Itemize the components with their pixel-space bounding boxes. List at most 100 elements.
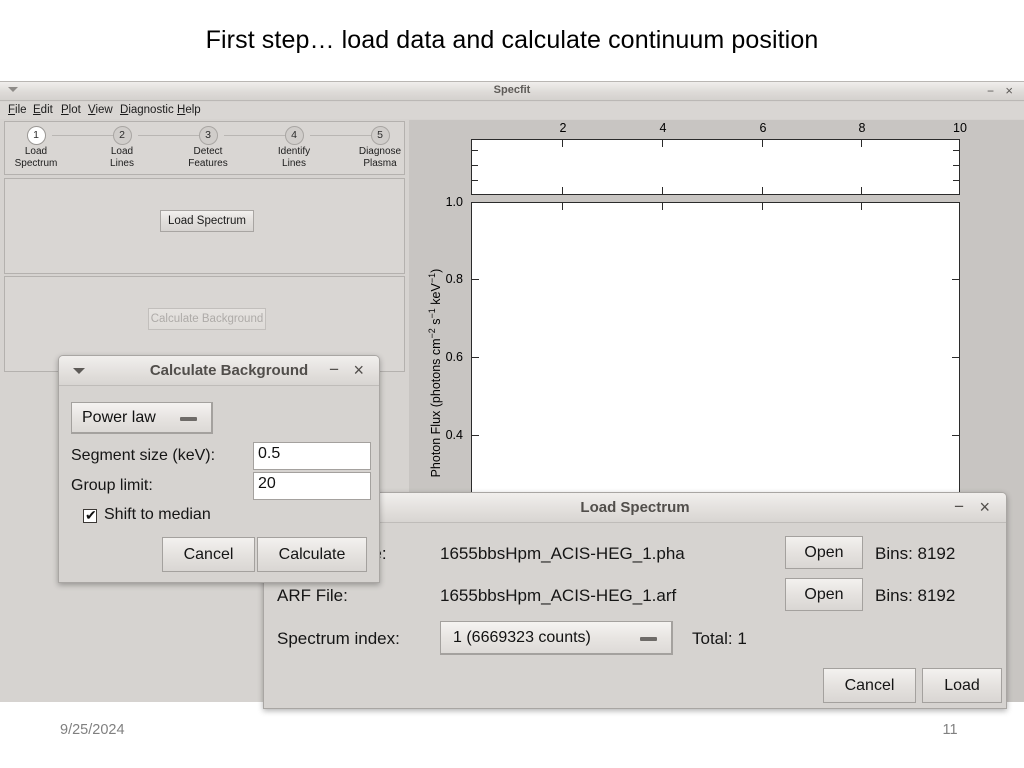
main-top-xtick-8 xyxy=(861,203,862,210)
spectrum-file-value: 1655bbsHpm_ACIS-HEG_1.pha xyxy=(440,544,685,563)
x-tick-label-8: 8 xyxy=(858,121,866,135)
window-minimize-button[interactable]: − xyxy=(987,84,994,98)
page-title: First step… load data and calculate cont… xyxy=(205,26,819,54)
menu-edit-mnemonic: E xyxy=(33,104,41,116)
wizard-step-load-lines[interactable]: 2 Load Lines xyxy=(83,126,161,169)
wizard-step-diagnose-plasma[interactable]: 5 Diagnose Plasma xyxy=(341,126,419,169)
menu-file-mnemonic: F xyxy=(8,104,16,116)
res-ytick-r-a xyxy=(953,150,959,151)
calculate-background-dialog: Calculate Background − × Power law Segme… xyxy=(58,355,380,583)
menu-item-file[interactable]: File xyxy=(8,104,27,116)
bottom-xtick-2 xyxy=(562,187,563,194)
x-tick-label-6: 6 xyxy=(759,121,767,135)
calculate-background-dialog-titlebar: Calculate Background − × xyxy=(59,356,379,386)
step-label-1: Load Spectrum xyxy=(14,146,58,169)
menu-item-diagnostic[interactable]: Diagnostic xyxy=(120,104,174,116)
x-tick-label-10: 10 xyxy=(953,121,967,135)
arf-file-open-button[interactable]: Open xyxy=(785,578,863,611)
load-spectrum-load-button[interactable]: Load xyxy=(922,668,1002,703)
load-spectrum-cancel-button[interactable]: Cancel xyxy=(823,668,916,703)
load-spectrum-dialog-minimize-button[interactable]: − xyxy=(954,498,964,516)
menu-plot-rest: lot xyxy=(68,104,81,116)
menu-diagnostic-rest: iagnostic xyxy=(128,104,174,116)
top-xtick-4 xyxy=(662,140,663,147)
window-titlebar: Specfit − × xyxy=(0,82,1024,101)
spectrum-index-value: 1 (6669323 counts) xyxy=(453,629,591,646)
spectrum-index-dropdown[interactable]: 1 (6669323 counts) xyxy=(440,621,673,655)
res-ytick-c xyxy=(472,180,478,181)
main-ytick-r-08 xyxy=(952,279,959,280)
window-close-button[interactable]: × xyxy=(1005,83,1013,99)
spectrum-index-label: Spectrum index: xyxy=(277,629,400,648)
step-label-3: Detect Features xyxy=(188,146,228,169)
arf-file-label: ARF File: xyxy=(277,586,348,605)
load-spectrum-button[interactable]: Load Spectrum xyxy=(160,210,254,232)
step-number-5: 5 xyxy=(370,126,390,145)
menu-edit-rest: dit xyxy=(40,104,53,116)
x-tick-label-4: 4 xyxy=(659,121,667,135)
wizard-step-detect-features[interactable]: 3 Detect Features xyxy=(169,126,247,169)
menu-file-rest: ile xyxy=(15,104,27,116)
window-title: Specfit xyxy=(493,84,531,96)
step-number-1: 1 xyxy=(26,126,46,145)
checkmark-icon: ✔ xyxy=(85,507,97,523)
top-xtick-8 xyxy=(861,140,862,147)
menu-help-rest: elp xyxy=(185,104,201,116)
menu-bar: File Edit Plot View Diagnostic Help xyxy=(0,102,1024,119)
wizard-step-identify-lines[interactable]: 4 Identify Lines xyxy=(255,126,333,169)
load-spectrum-dialog-close-button[interactable]: × xyxy=(979,497,990,517)
wizard-step-load-spectrum[interactable]: 1 Load Spectrum xyxy=(0,126,75,169)
y-axis-label-sup1: −2 xyxy=(426,328,437,339)
menu-item-view[interactable]: View xyxy=(88,104,113,116)
menu-item-plot[interactable]: Plot xyxy=(61,104,81,116)
spectrum-file-open-button[interactable]: Open xyxy=(785,536,863,569)
slide-footer-page-number: 11 xyxy=(942,722,958,738)
arf-file-bins: Bins: 8192 xyxy=(875,586,956,605)
plot-residual-panel xyxy=(471,139,960,195)
segment-size-label: Segment size (keV): xyxy=(71,447,216,464)
main-ytick-04 xyxy=(472,435,479,436)
calculate-background-button[interactable]: Calculate Background xyxy=(148,308,266,330)
wizard-steps-panel: 1 Load Spectrum 2 Load Lines 3 Detect Fe… xyxy=(4,121,405,175)
load-spectrum-panel: Load Spectrum xyxy=(4,178,405,274)
bottom-xtick-6 xyxy=(762,187,763,194)
step-label-5: Diagnose Plasma xyxy=(358,146,402,169)
y-axis-label-suffix: ) xyxy=(429,268,444,273)
bottom-xtick-4 xyxy=(662,187,663,194)
y-tick-label-1_0: 1.0 xyxy=(445,195,463,209)
menu-item-help[interactable]: Help xyxy=(177,104,201,116)
spectrum-file-bins: Bins: 8192 xyxy=(875,544,956,563)
calculate-background-calculate-button[interactable]: Calculate xyxy=(257,537,367,572)
y-axis-label-mid2: keV xyxy=(429,283,444,309)
top-xtick-6 xyxy=(762,140,763,147)
bottom-xtick-8 xyxy=(861,187,862,194)
background-model-dropdown[interactable]: Power law xyxy=(71,402,213,434)
top-xtick-2 xyxy=(562,140,563,147)
calculate-background-minimize-button[interactable]: − xyxy=(329,361,339,379)
group-limit-input[interactable]: 20 xyxy=(253,472,371,500)
slide-footer-date: 9/25/2024 xyxy=(60,722,125,738)
main-ytick-r-04 xyxy=(952,435,959,436)
menu-view-rest: iew xyxy=(95,104,113,116)
background-model-dropdown-icon xyxy=(180,417,197,421)
y-axis-label-sup2: −1 xyxy=(426,308,437,319)
group-limit-label: Group limit: xyxy=(71,477,153,494)
calculate-background-cancel-button[interactable]: Cancel xyxy=(162,537,255,572)
segment-size-input[interactable]: 0.5 xyxy=(253,442,371,470)
shift-to-median-checkbox[interactable]: ✔ xyxy=(83,507,97,523)
menu-item-edit[interactable]: Edit xyxy=(33,104,53,116)
res-ytick-r-b xyxy=(953,165,959,166)
calculate-background-close-button[interactable]: × xyxy=(353,360,364,380)
main-top-xtick-4 xyxy=(662,203,663,210)
y-axis-label-mid1: s xyxy=(429,318,444,329)
slide-canvas: First step… load data and calculate cont… xyxy=(0,0,1024,768)
step-label-2: Load Lines xyxy=(110,146,134,169)
menu-plot-mnemonic: P xyxy=(61,104,69,116)
step-number-3: 3 xyxy=(198,126,218,145)
main-top-xtick-2 xyxy=(562,203,563,210)
main-top-xtick-6 xyxy=(762,203,763,210)
shift-to-median-label: Shift to median xyxy=(104,506,211,523)
spectrum-total-label: Total: 1 xyxy=(692,629,747,648)
main-ytick-08 xyxy=(472,279,479,280)
x-tick-label-2: 2 xyxy=(559,121,567,135)
